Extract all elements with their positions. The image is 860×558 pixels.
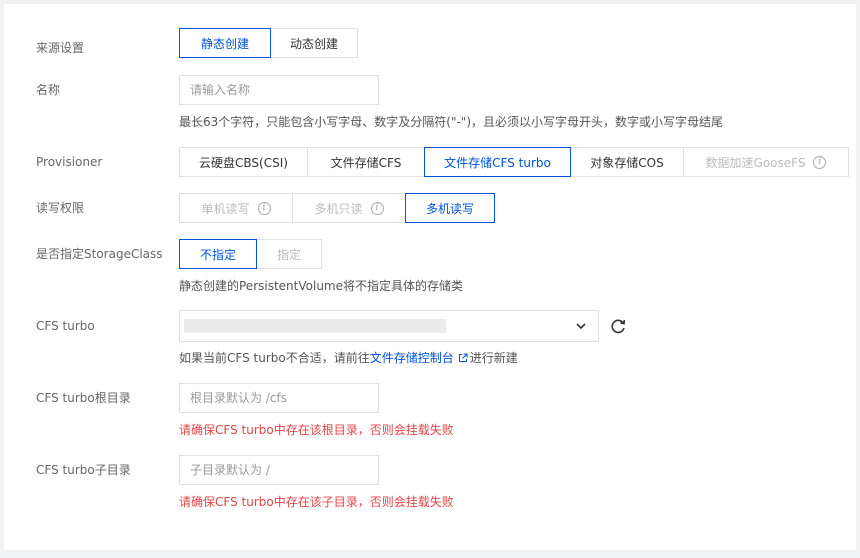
access-single-rw-label: 单机读写 <box>201 201 250 216</box>
cfs-turbo-help-prefix: 如果当前CFS turbo不合适，请前往 <box>179 351 370 365</box>
access-multi-ro-label: 多机只读 <box>314 201 363 216</box>
sub-dir-label: CFS turbo子目录 <box>36 463 131 477</box>
name-input[interactable] <box>179 75 379 105</box>
provisioner-cfs-button[interactable]: 文件存储CFS <box>307 147 425 177</box>
provisioner-cbs-button[interactable]: 云硬盘CBS(CSI) <box>179 147 308 177</box>
provisioner-segmented: 云硬盘CBS(CSI) 文件存储CFS 文件存储CFS turbo 对象存储CO… <box>179 147 849 177</box>
refresh-icon[interactable] <box>608 316 628 336</box>
cfs-console-link[interactable]: 文件存储控制台 <box>370 351 454 365</box>
access-segmented: 单机读写 i 多机只读 i 多机读写 <box>179 193 495 223</box>
chevron-down-icon <box>576 323 586 330</box>
form-panel: 来源设置 静态创建 动态创建 名称 最长63个字符，只能包含小写字母、数字及分隔… <box>4 4 856 550</box>
provisioner-goosefs-button[interactable]: 数据加速GooseFS i <box>683 147 849 177</box>
provisioner-cfs-turbo-button[interactable]: 文件存储CFS turbo <box>424 147 571 177</box>
root-dir-input[interactable] <box>179 383 379 413</box>
sub-dir-error-text: 请确保CFS turbo中存在该子目录，否则会挂载失败 <box>179 495 454 509</box>
storage-class-label: 是否指定StorageClass <box>36 247 163 261</box>
root-dir-error-text: 请确保CFS turbo中存在该根目录，否则会挂载失败 <box>179 423 454 437</box>
selected-value-redacted <box>184 319 446 333</box>
provisioner-label: Provisioner <box>36 155 103 169</box>
provisioner-goosefs-label: 数据加速GooseFS <box>705 155 806 170</box>
source-dynamic-button[interactable]: 动态创建 <box>270 28 358 58</box>
storage-class-specify-button[interactable]: 指定 <box>256 239 322 269</box>
source-segmented: 静态创建 动态创建 <box>179 28 358 58</box>
source-label: 来源设置 <box>36 41 85 55</box>
storage-class-segmented: 不指定 指定 <box>179 239 322 269</box>
name-help-text: 最长63个字符，只能包含小写字母、数字及分隔符("-")，且必须以小写字母开头，… <box>179 115 724 129</box>
access-multi-ro-button[interactable]: 多机只读 i <box>292 193 406 223</box>
sub-dir-input[interactable] <box>179 455 379 485</box>
source-static-button[interactable]: 静态创建 <box>179 28 271 58</box>
root-dir-label: CFS turbo根目录 <box>36 391 131 405</box>
provisioner-cos-button[interactable]: 对象存储COS <box>570 147 684 177</box>
name-label: 名称 <box>36 83 61 97</box>
info-circle-icon: i <box>370 201 384 215</box>
info-circle-icon: i <box>813 155 827 169</box>
info-circle-icon: i <box>257 201 271 215</box>
cfs-turbo-help-text: 如果当前CFS turbo不合适，请前往文件存储控制台 进行新建 <box>179 350 518 366</box>
storage-class-help-text: 静态创建的PersistentVolume将不指定具体的存储类 <box>179 279 463 293</box>
cfs-turbo-label: CFS turbo <box>36 319 95 333</box>
access-multi-rw-button[interactable]: 多机读写 <box>405 193 495 223</box>
access-label: 读写权限 <box>36 201 85 215</box>
storage-class-none-button[interactable]: 不指定 <box>179 239 257 269</box>
cfs-turbo-select[interactable] <box>179 310 599 342</box>
access-single-rw-button[interactable]: 单机读写 i <box>179 193 293 223</box>
external-link-icon[interactable] <box>458 353 468 363</box>
cfs-turbo-help-suffix: 进行新建 <box>469 351 518 365</box>
